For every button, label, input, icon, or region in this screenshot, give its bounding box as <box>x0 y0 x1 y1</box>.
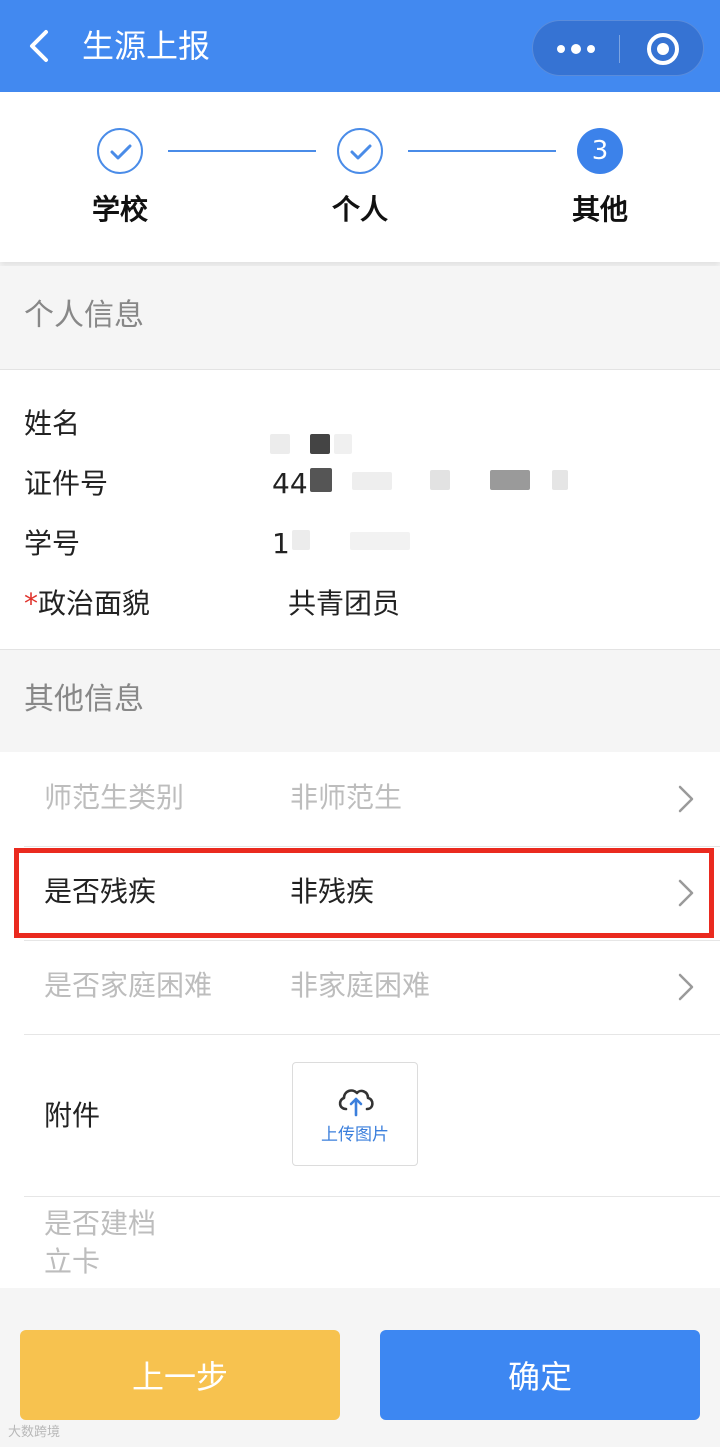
normal-category-label: 师范生类别 <box>44 781 185 814</box>
poverty-archive-label-line2: 立卡 <box>44 1245 101 1278</box>
chevron-right-icon <box>678 785 694 813</box>
cloud-upload-icon <box>338 1089 374 1117</box>
section-header-personal: 个人信息 <box>0 266 720 370</box>
student-number-value: 1 <box>272 527 290 560</box>
redacted-block <box>490 470 530 490</box>
political-status-label: *政治面貌 <box>24 584 150 624</box>
redacted-block <box>350 532 410 550</box>
required-asterisk: * <box>24 587 38 620</box>
redacted-block <box>352 472 392 490</box>
more-icon[interactable] <box>533 21 619 77</box>
info-row-id-number: 证件号 44 <box>0 454 720 514</box>
redacted-block <box>270 434 290 454</box>
other-info-list: 师范生类别 非师范生 是否残疾 非残疾 是否家庭困难 非家庭困难 附件 是否建档… <box>0 752 720 1288</box>
id-number-label: 证件号 <box>24 467 109 500</box>
capsule-divider <box>619 35 620 63</box>
attachment-label: 附件 <box>44 1099 101 1132</box>
section-header-other: 其他信息 <box>0 650 720 754</box>
family-hardship-value: 非家庭困难 <box>290 969 431 1002</box>
redacted-block <box>430 470 450 490</box>
upload-image-button[interactable]: 上传图片 <box>292 1062 418 1166</box>
row-family-hardship[interactable]: 是否家庭困难 非家庭困难 <box>0 940 720 1034</box>
step-label-other: 其他 <box>571 193 628 226</box>
step-label-personal: 个人 <box>331 193 388 226</box>
highlight-annotation <box>14 848 714 938</box>
info-row-name: 姓名 <box>0 394 720 454</box>
mini-program-capsule <box>532 20 704 76</box>
back-arrow-icon[interactable] <box>26 28 56 64</box>
name-label: 姓名 <box>24 407 81 440</box>
redacted-block <box>334 434 352 454</box>
upload-image-label: 上传图片 <box>321 1125 389 1145</box>
personal-info-list: 姓名 证件号 44 学号 1 *政治面貌 共青团员 <box>0 370 720 650</box>
nav-bar: 生源上报 <box>0 0 720 92</box>
row-normal-student-category[interactable]: 师范生类别 非师范生 <box>0 752 720 846</box>
confirm-button[interactable]: 确定 <box>380 1330 700 1420</box>
row-poverty-archive[interactable]: 是否建档 立卡 <box>0 1196 720 1288</box>
redacted-block <box>292 530 310 550</box>
page-title: 生源上报 <box>82 27 211 65</box>
poverty-archive-label-line1: 是否建档 <box>44 1207 157 1240</box>
redacted-block <box>310 468 332 492</box>
watermark-text: 大数跨境 <box>8 1425 61 1440</box>
info-row-student-number: 学号 1 <box>0 514 720 574</box>
close-target-icon[interactable] <box>647 33 679 65</box>
political-status-label-text: 政治面貌 <box>38 587 151 620</box>
political-status-value: 共青团员 <box>288 587 401 620</box>
family-hardship-label: 是否家庭困难 <box>44 969 213 1002</box>
step-label-school: 学校 <box>91 193 148 226</box>
step-connector <box>168 150 316 152</box>
step-connector <box>408 150 556 152</box>
step-3-number: 3 <box>577 128 623 174</box>
step-2-check-icon <box>337 128 383 174</box>
chevron-right-icon <box>678 973 694 1001</box>
id-number-value: 44 <box>272 467 308 500</box>
section-title: 其他信息 <box>24 682 144 717</box>
redacted-block <box>552 470 568 490</box>
footer-bar: 上一步 确定 <box>0 1288 720 1447</box>
step-1-check-icon <box>97 128 143 174</box>
redacted-block <box>310 434 330 454</box>
previous-step-button[interactable]: 上一步 <box>20 1330 340 1420</box>
step-progress: 3 学校 个人 其他 <box>0 92 720 262</box>
student-number-label: 学号 <box>24 527 81 560</box>
normal-category-value: 非师范生 <box>290 781 403 814</box>
section-title: 个人信息 <box>24 298 144 333</box>
info-row-political-status: *政治面貌 共青团员 <box>0 574 720 634</box>
